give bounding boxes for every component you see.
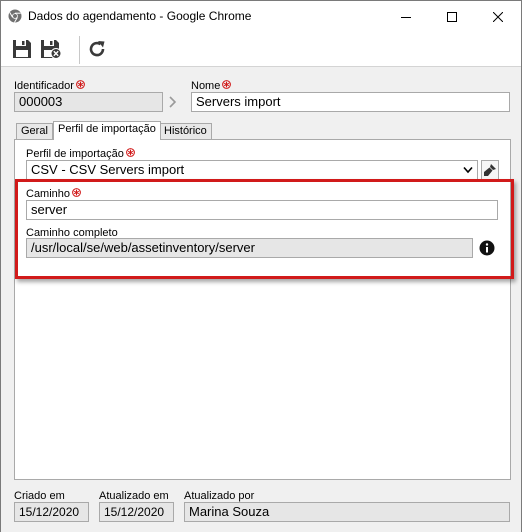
- perfil-select[interactable]: CSV - CSV Servers import: [26, 160, 478, 180]
- tab-historico[interactable]: Histórico: [159, 123, 212, 140]
- maximize-icon: [447, 11, 457, 22]
- maximize-button[interactable]: [429, 1, 475, 32]
- close-button[interactable]: [475, 1, 521, 32]
- window-title: Dados do agendamento - Google Chrome: [28, 9, 252, 23]
- required-icon: [72, 188, 81, 197]
- identificador-label: Identificador: [14, 80, 85, 92]
- required-icon: [222, 80, 232, 89]
- save-button[interactable]: [10, 38, 34, 60]
- criado-label: Criado em: [14, 490, 65, 502]
- required-icon: [76, 80, 85, 89]
- close-icon: [493, 11, 503, 22]
- tab-perfil-importacao[interactable]: Perfil de importação: [53, 121, 161, 140]
- save-and-close-button[interactable]: [39, 38, 63, 60]
- save-close-icon: [41, 40, 62, 59]
- toolbar-separator: [79, 36, 80, 64]
- caminho-completo-field[interactable]: /usr/local/se/web/assetinventory/server: [26, 238, 473, 258]
- caminho-field[interactable]: server: [26, 200, 498, 220]
- toolbar: [1, 32, 521, 67]
- tab-geral[interactable]: Geral: [16, 123, 53, 140]
- chrome-icon: [8, 9, 22, 23]
- atualizado-field[interactable]: 15/12/2020: [99, 502, 174, 522]
- chrome-popup-window: Dados do agendamento - Google Chrome Ide…: [0, 0, 522, 532]
- info-icon[interactable]: [479, 240, 495, 256]
- clear-perfil-button[interactable]: [481, 160, 499, 180]
- chevron-right-icon: [169, 96, 177, 108]
- atualizado-por-field[interactable]: Marina Souza: [184, 502, 510, 522]
- nome-label: Nome: [191, 80, 232, 92]
- required-icon: [125, 148, 135, 157]
- title-bar: Dados do agendamento - Google Chrome: [1, 1, 521, 32]
- save-icon: [13, 40, 31, 58]
- refresh-button[interactable]: [85, 38, 109, 60]
- minimize-icon: [401, 16, 411, 18]
- refresh-icon: [89, 41, 105, 57]
- tab-panel: [14, 139, 511, 480]
- chevron-down-icon: [463, 166, 473, 174]
- perfil-select-value: CSV - CSV Servers import: [31, 162, 185, 177]
- nome-field[interactable]: Servers import: [191, 92, 510, 112]
- caminho-label: Caminho: [26, 188, 81, 200]
- criado-field[interactable]: 15/12/2020: [14, 502, 89, 522]
- identificador-next-button[interactable]: [165, 92, 181, 112]
- identificador-field[interactable]: 000003: [14, 92, 163, 112]
- brush-icon: [484, 164, 496, 176]
- perfil-label: Perfil de importação: [26, 148, 135, 160]
- minimize-button[interactable]: [383, 1, 429, 32]
- atualizado-label: Atualizado em: [99, 490, 169, 502]
- atualizado-por-label: Atualizado por: [184, 490, 255, 502]
